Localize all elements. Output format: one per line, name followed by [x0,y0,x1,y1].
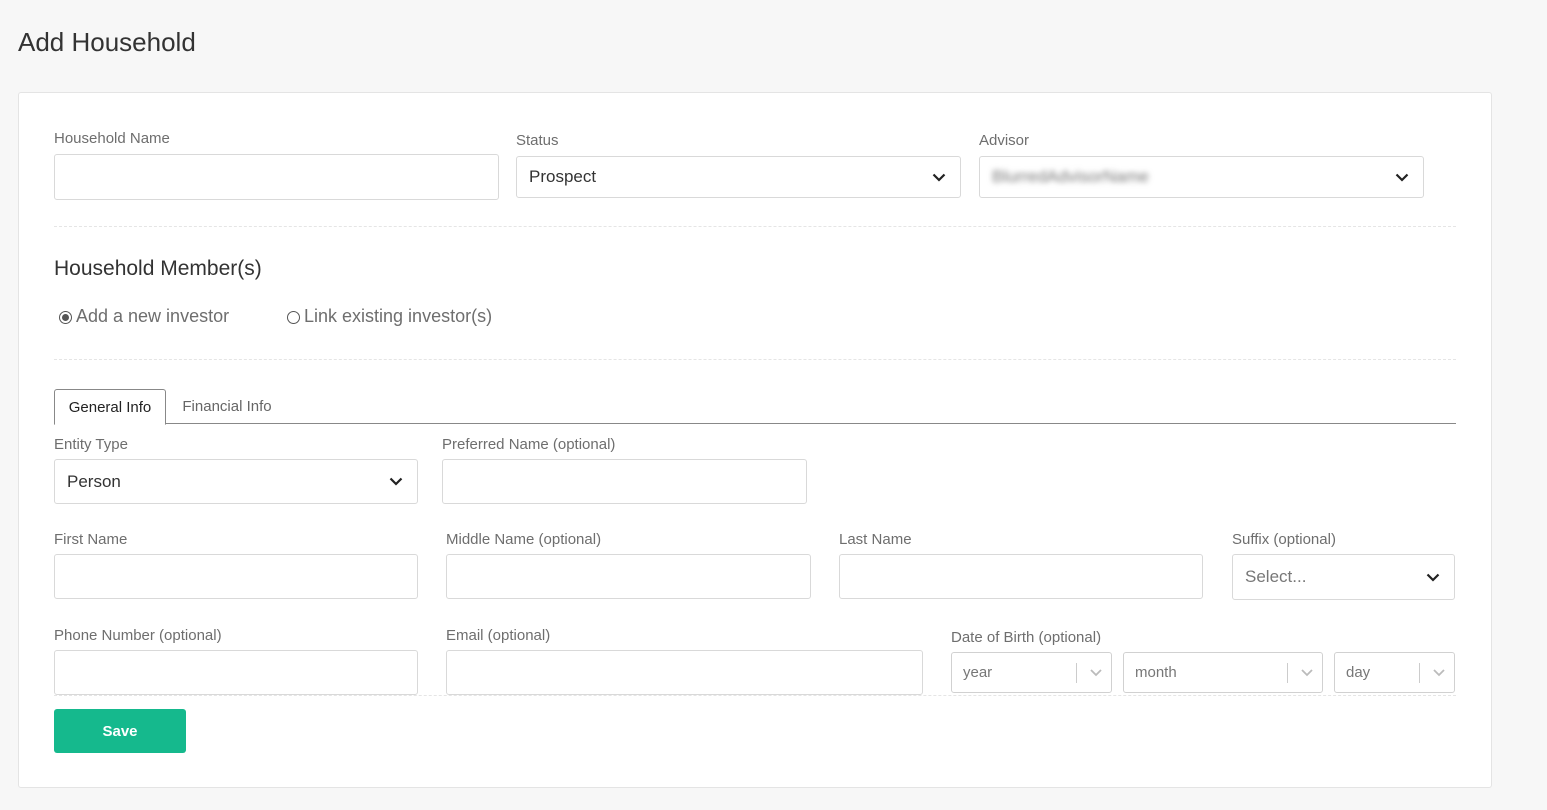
chevron-down-icon [1301,668,1313,676]
household-members-title: Household Member(s) [54,257,262,280]
last-name-label: Last Name [839,531,912,548]
chevron-down-icon [1090,668,1102,676]
dob-label: Date of Birth (optional) [951,629,1102,646]
chevron-down-icon [389,477,403,486]
tab-financial-info[interactable]: Financial Info [166,389,288,424]
status-select[interactable]: Prospect [516,156,961,198]
page-title: Add Household [18,27,196,57]
email-input[interactable] [446,650,923,695]
middle-name-label: Middle Name (optional) [446,531,602,548]
suffix-label: Suffix (optional) [1232,531,1336,548]
radio-unselected-icon [287,311,300,324]
select-separator [1076,662,1077,683]
dob-day-select[interactable]: day [1334,652,1455,693]
select-separator [1287,662,1288,683]
preferred-name-input[interactable] [442,459,807,504]
entity-type-value: Person [67,471,121,491]
entity-type-select[interactable]: Person [54,459,418,504]
first-name-label: First Name [54,531,128,548]
tab-bar: General Info Financial Info [54,389,1456,425]
radio-add-new-investor-label: Add a new investor [76,306,230,326]
dob-day-placeholder: day [1346,664,1371,681]
chevron-down-icon [1426,573,1440,582]
select-separator [1419,662,1420,683]
advisor-value: BlurredAdvisorName [992,167,1149,186]
email-label: Email (optional) [446,627,551,644]
entity-type-label: Entity Type [54,436,128,453]
section-divider [54,226,1456,227]
save-button[interactable]: Save [54,709,186,753]
household-form-card: Household Name Status Prospect Advisor B… [18,92,1492,788]
form-bottom-divider [54,695,1456,696]
advisor-label: Advisor [979,132,1030,149]
radio-link-existing-investor-label: Link existing investor(s) [304,306,493,326]
dob-year-select[interactable]: year [951,652,1112,693]
preferred-name-label: Preferred Name (optional) [442,436,616,453]
last-name-input[interactable] [839,554,1203,599]
radio-add-new-investor[interactable]: Add a new investor [59,306,229,327]
phone-label: Phone Number (optional) [54,627,222,644]
dob-year-placeholder: year [963,664,993,681]
dob-month-select[interactable]: month [1123,652,1323,693]
middle-name-input[interactable] [446,554,811,599]
dob-month-placeholder: month [1135,664,1177,681]
chevron-down-icon [932,173,946,182]
tab-general-info[interactable]: General Info [54,389,166,425]
status-value: Prospect [529,167,597,186]
section-divider [54,359,1456,360]
chevron-down-icon [1433,668,1445,676]
chevron-down-icon [1395,173,1409,182]
advisor-select[interactable]: BlurredAdvisorName [979,156,1424,198]
first-name-input[interactable] [54,554,418,599]
suffix-placeholder: Select... [1245,567,1307,586]
radio-link-existing-investor[interactable]: Link existing investor(s) [287,306,492,327]
phone-input[interactable] [54,650,418,695]
household-name-label: Household Name [54,130,170,147]
status-label: Status [516,132,559,149]
radio-selected-icon [59,311,72,324]
suffix-select[interactable]: Select... [1232,554,1455,600]
household-name-input[interactable] [54,154,499,200]
